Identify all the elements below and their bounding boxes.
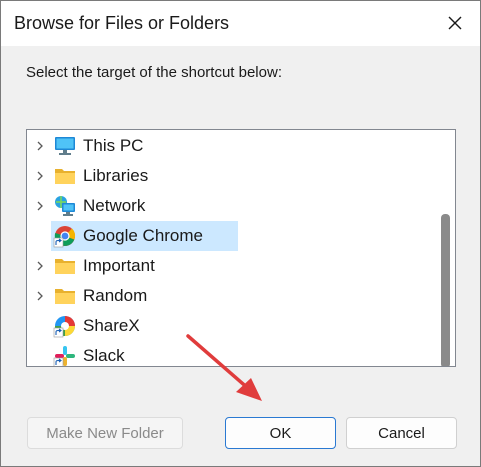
browse-dialog: Browse for Files or Folders Select the t… xyxy=(0,0,481,467)
cancel-button[interactable]: Cancel xyxy=(346,417,457,449)
chevron-right-icon[interactable] xyxy=(33,139,47,153)
chevron-right-icon[interactable] xyxy=(33,169,47,183)
slack-shortcut-icon xyxy=(53,346,75,366)
ok-button[interactable]: OK xyxy=(225,417,336,449)
tree-item-label: ShareX xyxy=(83,316,140,335)
chevron-right-icon[interactable] xyxy=(33,259,47,273)
title-bar: Browse for Files or Folders xyxy=(1,1,480,46)
folder-icon xyxy=(55,259,75,274)
folder-icon xyxy=(55,169,75,184)
dialog-prompt: Select the target of the shortcut below: xyxy=(26,64,282,81)
tree-item-label: This PC xyxy=(83,136,144,155)
tree-item-network[interactable]: Network xyxy=(27,191,437,221)
tree-item-libraries[interactable]: Libraries xyxy=(27,161,437,191)
tree-item-random[interactable]: Random xyxy=(27,281,437,311)
tree-item-label: Network xyxy=(83,196,146,215)
tree-item-this-pc[interactable]: This PC xyxy=(27,131,437,161)
chevron-right-icon[interactable] xyxy=(33,289,47,303)
vertical-scrollbar[interactable] xyxy=(438,131,455,366)
scroll-thumb[interactable] xyxy=(441,214,450,366)
sharex-shortcut-icon xyxy=(53,316,75,338)
tree-item-label: Slack xyxy=(83,346,125,365)
tree-item-slack[interactable]: Slack xyxy=(27,341,437,366)
tree-item-label: Important xyxy=(83,256,155,275)
dialog-title: Browse for Files or Folders xyxy=(14,13,230,33)
make-new-folder-button[interactable]: Make New Folder xyxy=(27,417,183,449)
close-button[interactable] xyxy=(438,7,472,39)
computer-icon xyxy=(55,137,75,155)
tree-item-important[interactable]: Important xyxy=(27,251,437,281)
close-icon xyxy=(448,16,462,30)
tree-item-sharex[interactable]: ShareX xyxy=(27,311,437,341)
folder-icon xyxy=(55,289,75,304)
tree-item-label: Google Chrome xyxy=(83,226,204,245)
tree-item-google-chrome[interactable]: Google Chrome xyxy=(27,221,437,251)
chevron-right-icon[interactable] xyxy=(33,199,47,213)
folder-tree[interactable]: This PC Libraries Network Google Chrome … xyxy=(26,129,456,367)
network-icon xyxy=(55,196,75,216)
chrome-shortcut-icon xyxy=(53,226,76,248)
tree-item-label: Libraries xyxy=(83,166,149,185)
tree-item-label: Random xyxy=(83,286,148,305)
